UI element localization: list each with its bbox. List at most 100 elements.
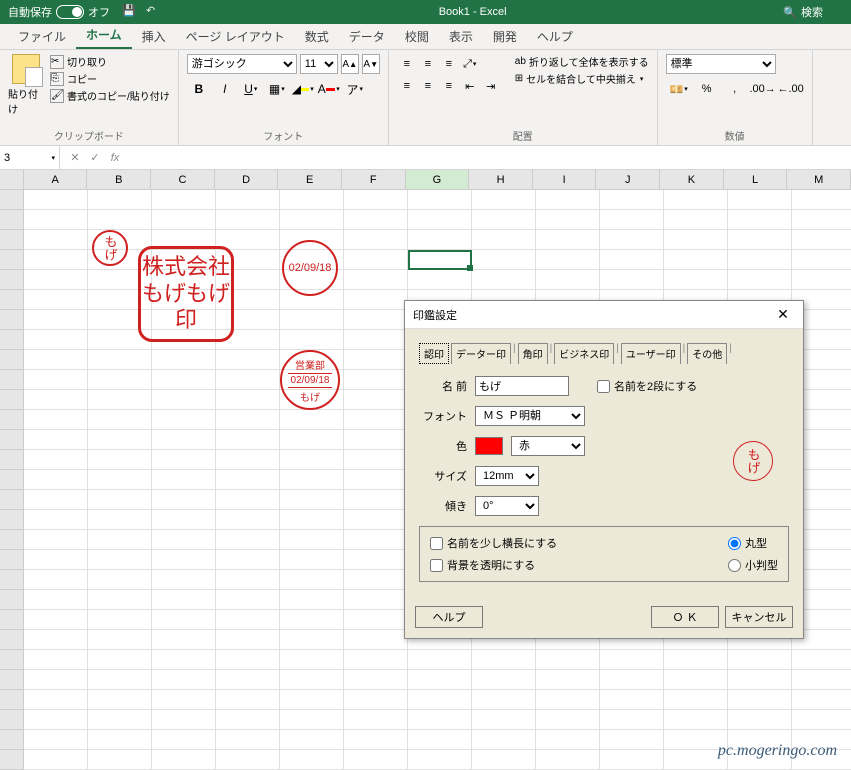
name-box-input[interactable] <box>4 152 50 164</box>
row-header[interactable] <box>0 650 24 670</box>
row-header[interactable] <box>0 750 24 770</box>
font-color-button[interactable]: A▾ <box>317 78 341 100</box>
ok-button[interactable]: Ｏ Ｋ <box>651 606 719 628</box>
chevron-down-icon[interactable]: ▾ <box>51 154 55 162</box>
tab-data-in[interactable]: データー印 <box>451 343 511 364</box>
stamp-round-small[interactable]: もげ <box>92 230 128 266</box>
fx-icon[interactable]: fx <box>108 152 122 164</box>
orientation-button[interactable]: ⤢▾ <box>460 54 480 74</box>
col-header[interactable]: K <box>660 170 724 189</box>
stamp-square[interactable]: 株式会社もげもげ印 <box>138 246 234 342</box>
underline-button[interactable]: U▾ <box>239 78 263 100</box>
row-header[interactable] <box>0 730 24 750</box>
transparent-checkbox[interactable]: 背景を透明にする <box>430 557 557 573</box>
row-header[interactable] <box>0 510 24 530</box>
font-size-select[interactable]: 11 <box>300 54 338 74</box>
col-header[interactable]: A <box>24 170 88 189</box>
copy-button[interactable]: ⎘コピー <box>50 71 170 86</box>
dialog-titlebar[interactable]: 印鑑設定 ✕ <box>405 301 803 329</box>
row-header[interactable] <box>0 350 24 370</box>
row-header[interactable] <box>0 190 24 210</box>
tab-home[interactable]: ホーム <box>76 22 132 49</box>
row-header[interactable] <box>0 330 24 350</box>
font-name-select[interactable]: 游ゴシック <box>187 54 297 74</box>
merge-center-button[interactable]: ⊞セルを結合して中央揃え▾ <box>515 71 649 86</box>
row-header[interactable] <box>0 310 24 330</box>
close-icon[interactable]: ✕ <box>771 305 795 325</box>
fill-color-button[interactable]: ◢▾ <box>291 78 315 100</box>
tab-ninshoin[interactable]: 認印 <box>419 343 449 364</box>
cancel-button[interactable]: キャンセル <box>725 606 793 628</box>
tab-kakuin[interactable]: 角印 <box>518 343 548 364</box>
search-box[interactable]: 🔍 検索 <box>783 4 823 20</box>
col-header[interactable]: F <box>342 170 406 189</box>
tab-layout[interactable]: ページ レイアウト <box>176 24 295 49</box>
row-header[interactable] <box>0 410 24 430</box>
wide-checkbox[interactable]: 名前を少し横長にする <box>430 535 557 551</box>
row-header[interactable] <box>0 610 24 630</box>
cut-button[interactable]: ✂切り取り <box>50 54 170 69</box>
autosave-toggle[interactable]: 自動保存 オフ <box>8 4 110 20</box>
row-header[interactable] <box>0 210 24 230</box>
row-header[interactable] <box>0 230 24 250</box>
row-header[interactable] <box>0 430 24 450</box>
tab-view[interactable]: 表示 <box>439 24 483 49</box>
help-button[interactable]: ヘルプ <box>415 606 483 628</box>
percent-button[interactable]: % <box>694 78 720 100</box>
bold-button[interactable]: B <box>187 78 211 100</box>
increase-font-button[interactable]: A▲ <box>341 54 359 74</box>
align-right-button[interactable]: ≡ <box>439 76 459 96</box>
border-button[interactable]: ▦▾ <box>265 78 289 100</box>
row-header[interactable] <box>0 370 24 390</box>
two-lines-checkbox[interactable]: 名前を2段にする <box>597 378 697 394</box>
italic-button[interactable]: I <box>213 78 237 100</box>
row-header[interactable] <box>0 690 24 710</box>
size-select[interactable]: 12mm <box>475 466 539 486</box>
col-header[interactable]: H <box>469 170 533 189</box>
tab-insert[interactable]: 挿入 <box>132 24 176 49</box>
number-format-select[interactable]: 標準 <box>666 54 776 74</box>
undo-icon[interactable]: ↶ <box>146 4 162 20</box>
formula-input[interactable] <box>130 146 851 169</box>
row-header[interactable] <box>0 570 24 590</box>
font-select[interactable]: ＭＳ Ｐ明朝 <box>475 406 585 426</box>
save-icon[interactable]: 💾 <box>122 4 138 20</box>
align-left-button[interactable]: ≡ <box>397 76 417 96</box>
align-center-button[interactable]: ≡ <box>418 76 438 96</box>
stamp-dept-date[interactable]: 営業部 02/09/18 もげ <box>280 350 340 410</box>
row-header[interactable] <box>0 530 24 550</box>
col-header[interactable]: I <box>533 170 597 189</box>
phonetic-button[interactable]: ア▾ <box>343 78 367 100</box>
row-header[interactable] <box>0 470 24 490</box>
row-header[interactable] <box>0 450 24 470</box>
row-header[interactable] <box>0 670 24 690</box>
round-radio[interactable]: 丸型 <box>728 535 778 551</box>
col-header[interactable]: L <box>724 170 788 189</box>
toggle-icon[interactable] <box>56 5 84 19</box>
currency-button[interactable]: 💴▾ <box>666 78 692 100</box>
row-header[interactable] <box>0 250 24 270</box>
comma-button[interactable]: , <box>722 78 748 100</box>
cancel-formula-icon[interactable]: ✕ <box>68 151 82 164</box>
decrease-decimal-button[interactable]: ←.00 <box>778 78 804 100</box>
format-painter-button[interactable]: 🖌書式のコピー/貼り付け <box>50 88 170 103</box>
select-all-corner[interactable] <box>0 170 24 189</box>
tab-review[interactable]: 校閲 <box>395 24 439 49</box>
row-header[interactable] <box>0 550 24 570</box>
row-header[interactable] <box>0 290 24 310</box>
name-box[interactable]: ▾ <box>0 146 60 169</box>
two-lines-check[interactable] <box>597 380 610 393</box>
row-header[interactable] <box>0 490 24 510</box>
tab-other[interactable]: その他 <box>687 343 727 364</box>
tab-user[interactable]: ユーザー印 <box>621 343 681 364</box>
align-middle-button[interactable]: ≡ <box>418 54 438 74</box>
oval-radio[interactable]: 小判型 <box>728 557 778 573</box>
row-header[interactable] <box>0 390 24 410</box>
tab-data[interactable]: データ <box>339 24 395 49</box>
tab-business[interactable]: ビジネス印 <box>554 343 614 364</box>
tab-developer[interactable]: 開発 <box>483 24 527 49</box>
decrease-font-button[interactable]: A▼ <box>362 54 380 74</box>
row-header[interactable] <box>0 590 24 610</box>
align-top-button[interactable]: ≡ <box>397 54 417 74</box>
paste-button[interactable]: 貼り付け <box>8 54 44 126</box>
